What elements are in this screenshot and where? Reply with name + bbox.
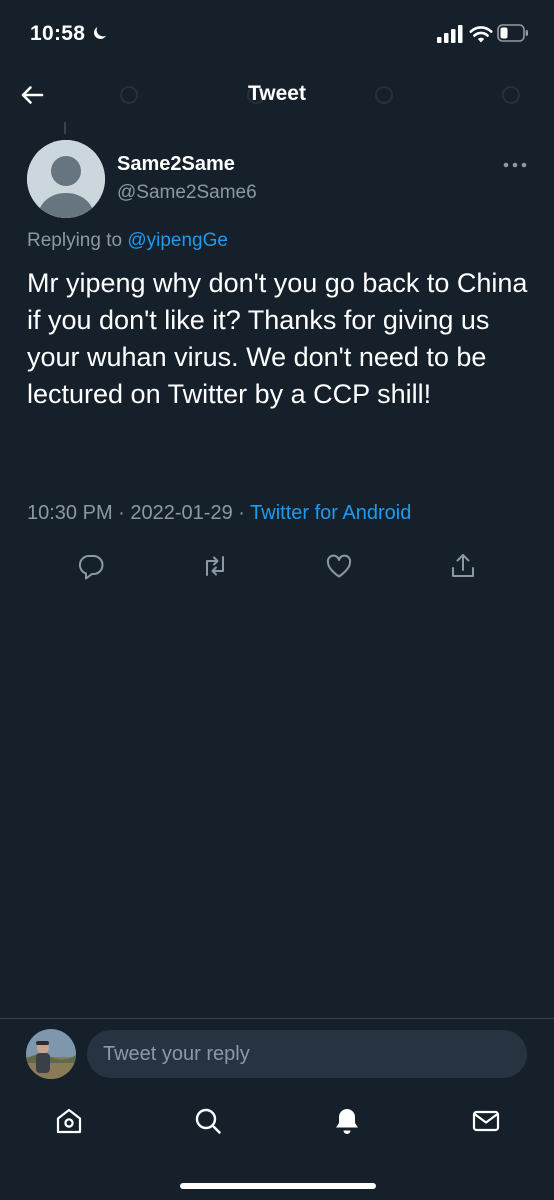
mail-icon[interactable] (470, 1105, 502, 1137)
page-title: Tweet (248, 82, 306, 105)
search-icon[interactable] (192, 1105, 224, 1137)
bell-icon[interactable] (331, 1105, 363, 1137)
reply-input[interactable] (87, 1030, 527, 1078)
tweet-detail-screen: 10:58 Tweet Same2Same @Same2Same6 Replyi… (0, 0, 554, 1200)
tweet-time: 10:30 PM (27, 502, 113, 524)
meta-separator-2: · (238, 502, 245, 524)
author-handle[interactable]: @Same2Same6 (117, 182, 257, 204)
author-avatar[interactable] (27, 140, 105, 218)
tweet-action-bar (0, 548, 554, 584)
user-photo-icon (26, 1029, 76, 1079)
replying-to-mention-link[interactable]: @yipengGe (127, 230, 228, 251)
retweet-icon[interactable] (200, 551, 230, 581)
home-indicator[interactable] (180, 1183, 376, 1189)
status-bar: 10:58 (0, 0, 554, 66)
cellular-signal-icon (437, 25, 463, 43)
home-icon[interactable] (53, 1105, 85, 1137)
tweet-source-link[interactable]: Twitter for Android (250, 502, 411, 524)
tweet-date: 2022-01-29 (130, 502, 233, 524)
moon-icon (94, 27, 106, 39)
meta-separator: · (118, 502, 125, 524)
reply-icon[interactable] (76, 551, 106, 581)
share-icon[interactable] (448, 551, 478, 581)
default-avatar-icon (27, 140, 105, 218)
more-horizontal-icon[interactable] (500, 157, 532, 173)
wifi-icon (469, 26, 493, 43)
tweet-metadata: 10:30 PM · 2022-01-29 · Twitter for Andr… (27, 502, 411, 525)
user-avatar[interactable] (26, 1029, 76, 1079)
replying-to-prefix: Replying to (27, 230, 123, 251)
status-time: 10:58 (30, 22, 86, 45)
battery-icon (497, 24, 528, 42)
top-header: Tweet (0, 66, 554, 122)
tweet-text: Mr yipeng why don't you go back to China… (27, 268, 528, 409)
heart-icon[interactable] (324, 551, 354, 581)
author-name[interactable]: Same2Same (117, 153, 235, 176)
composer-divider (0, 1018, 554, 1019)
replying-to-line: Replying to @yipengGe (27, 230, 228, 252)
bottom-nav (0, 1098, 554, 1148)
thread-connector-line (64, 122, 66, 134)
